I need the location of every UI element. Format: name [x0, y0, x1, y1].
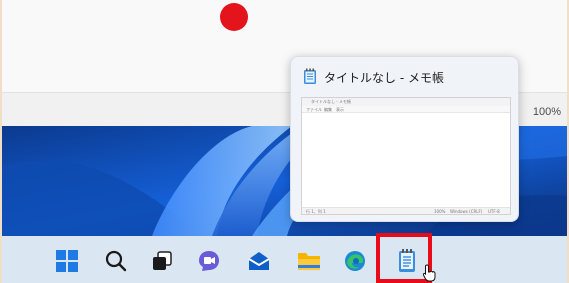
zoom-level[interactable]: 100% [533, 106, 561, 118]
chat-icon[interactable] [197, 249, 221, 273]
mini-menubar: ファイル 編集 表示 [302, 106, 510, 113]
taskbar-preview-card[interactable]: タイトルなし - メモ帳 タイトルなし - メモ帳 ファイル 編集 表示 行 1… [290, 56, 519, 222]
recording-indicator [220, 3, 248, 31]
search-icon[interactable] [104, 249, 128, 273]
notepad-icon [303, 68, 317, 89]
mouse-cursor-icon [422, 264, 436, 283]
mini-window-title: タイトルなし - メモ帳 [311, 99, 351, 104]
mini-menu-edit: 編集 [324, 107, 332, 112]
edge-icon[interactable] [343, 249, 367, 273]
mini-status-position: 行 1、列 1 [306, 209, 326, 214]
mini-statusbar: 行 1、列 1 100% Windows (CRLF) UTF-8 [302, 207, 510, 214]
mini-status-lineending: Windows (CRLF) [450, 209, 483, 214]
mini-menu-view: 表示 [336, 107, 344, 112]
mini-status-zoom: 100% [434, 209, 446, 214]
mini-menu-file: ファイル [306, 107, 322, 112]
mini-status-encoding: UTF-8 [488, 209, 500, 214]
file-explorer-icon[interactable] [297, 249, 321, 273]
mini-titlebar: タイトルなし - メモ帳 [302, 98, 510, 106]
task-view-icon[interactable] [150, 249, 174, 273]
start-icon[interactable] [55, 249, 79, 273]
preview-thumbnail[interactable]: タイトルなし - メモ帳 ファイル 編集 表示 行 1、列 1 100% Win… [301, 97, 511, 215]
taskbar [2, 236, 567, 283]
mail-icon[interactable] [247, 249, 271, 273]
preview-title: タイトルなし - メモ帳 [324, 71, 444, 85]
